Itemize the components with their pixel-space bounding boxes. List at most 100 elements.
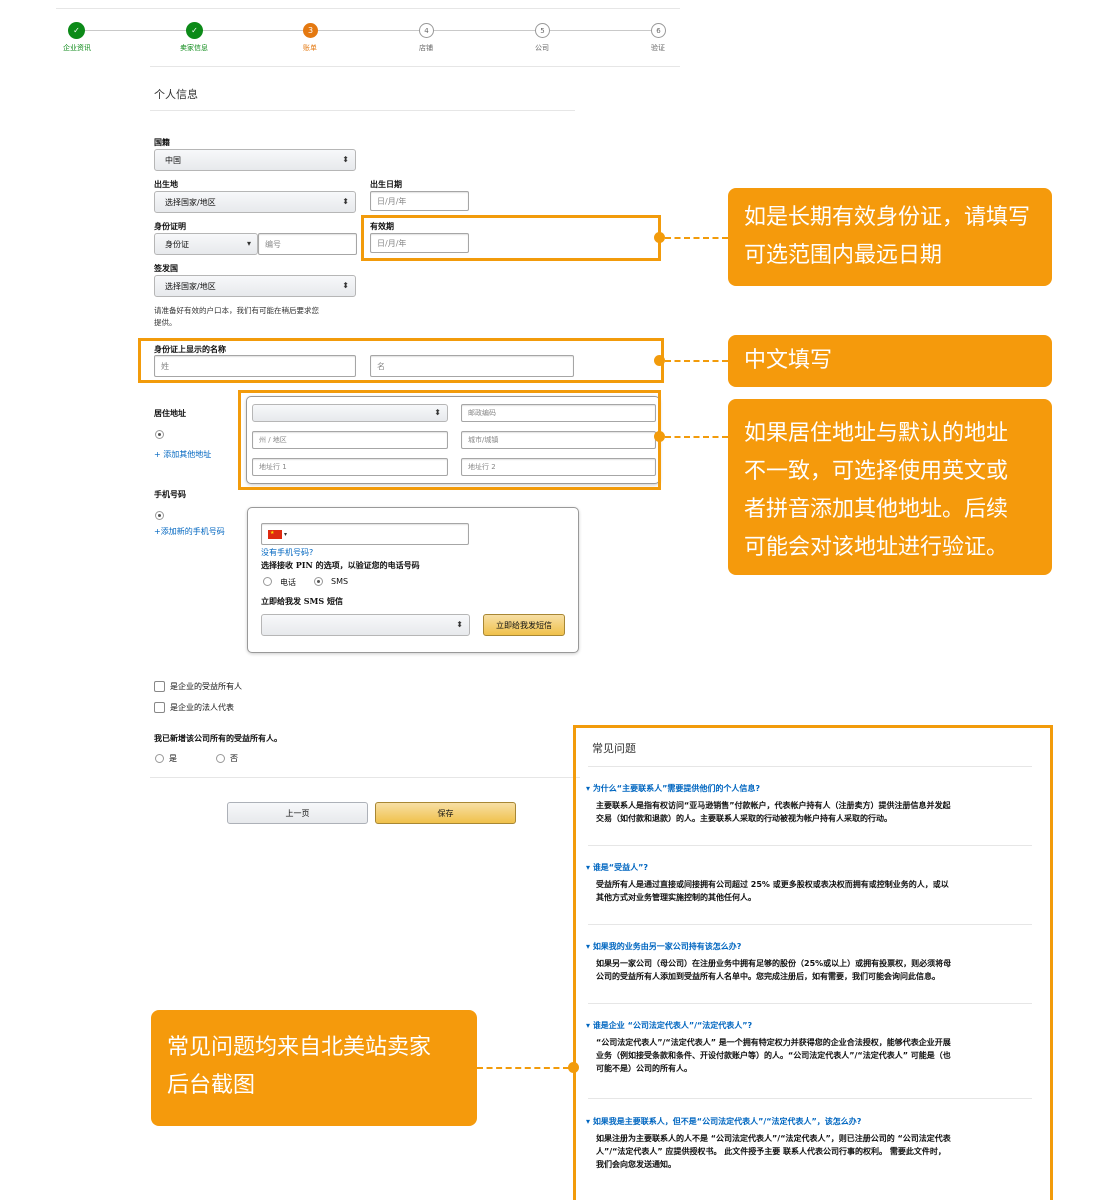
no-radio[interactable] <box>216 754 225 763</box>
id-type-select[interactable]: 身份证 ▾ <box>154 233 258 255</box>
note-line: 提供。 <box>154 318 177 327</box>
faq-question[interactable]: 如果我是主要联系人，但不是“公司法定代表人”/“法定代表人”，该怎么办? <box>593 1117 862 1126</box>
expand-caret-icon: ▾ <box>586 1117 593 1126</box>
step-1-check-icon: ✓ <box>68 22 85 39</box>
issuing-select[interactable]: 选择国家/地区 ⬍ <box>154 275 356 297</box>
id-type-value: 身份证 <box>165 239 189 249</box>
faq-question[interactable]: 如果我的业务由另一家公司持有该怎么办? <box>593 942 742 951</box>
sms-language-select[interactable]: ⬍ <box>261 614 470 636</box>
beneficial-owner-checkbox[interactable] <box>154 681 165 692</box>
callout-line: 如是长期有效身份证，请填写 <box>744 205 1031 230</box>
connector-dot <box>654 431 665 442</box>
pin-phone-radio[interactable] <box>263 577 272 586</box>
add-address-link[interactable]: + 添加其他地址 <box>154 449 211 460</box>
faq-question[interactable]: 谁是企业 “公司法定代表人”/“法定代表人”? <box>593 1021 752 1030</box>
faq-answer-line: 如果注册为主要联系人的人不是 “公司法定代表人”/“法定代表人”，则已注册公司的… <box>596 1134 951 1143</box>
form-bottom-divider <box>150 777 580 778</box>
issuing-label: 签发国 <box>154 263 178 273</box>
step-label: 账单 <box>303 44 317 52</box>
section-divider <box>150 110 575 111</box>
name-callout: 中文填写 <box>728 335 1052 387</box>
faq-answer-line: 公司的受益所有人添加到受益所有人名单中。您完成注册后，如有需要，我们可能会询问此… <box>596 972 940 981</box>
step-label: 验证 <box>651 44 665 52</box>
note-line: 请准备好有效的户口本，我们有可能在稍后要求您 <box>154 306 319 315</box>
legal-rep-label: 是企业的法人代表 <box>170 703 234 712</box>
address-callout: 如果居住地址与默认的地址 不一致，可选择使用英文或 者拼音添加其他地址。后续 可… <box>728 399 1052 575</box>
faq-answer-line: 我们会向您发送通知。 <box>596 1160 676 1169</box>
pin-sms-radio[interactable] <box>314 577 323 586</box>
faq-answer-line: 受益所有人是通过直接或间接拥有公司超过 25% 或更多股权或表决权而拥有或控制业… <box>596 880 949 889</box>
connector-line <box>665 237 728 239</box>
connector-line <box>665 360 728 362</box>
country-label: 国籍 <box>154 137 170 147</box>
expand-caret-icon: ▾ <box>586 1021 593 1030</box>
china-flag-icon: ★ <box>268 529 282 539</box>
step-label: 公司 <box>535 44 549 52</box>
faq-item[interactable]: ▾ 如果我的业务由另一家公司持有该怎么办? 如果另一家公司（母公司）在注册业务中… <box>586 941 1036 983</box>
dropdown-arrow-icon: ▾ <box>246 239 251 248</box>
step-4-marker: 4 <box>419 23 434 38</box>
faq-item[interactable]: ▾ 为什么“主要联系人”需要提供他们的个人信息? 主要联系人是指有权访问“亚马逊… <box>586 783 1036 825</box>
faq-question[interactable]: 为什么“主要联系人”需要提供他们的个人信息? <box>593 784 760 793</box>
added-all-owners-label: 我已新增该公司所有的受益所有人。 <box>154 733 282 743</box>
callout-line: 常见问题均来自北美站卖家 <box>167 1035 432 1060</box>
beneficial-owner-label: 是企业的受益所有人 <box>170 682 242 691</box>
id-number-input[interactable]: 编号 <box>258 233 357 255</box>
step-connector <box>426 30 542 31</box>
save-button[interactable]: 保存 <box>375 802 516 824</box>
select-arrows-icon: ⬍ <box>342 155 349 164</box>
phone-input[interactable]: ★ ▾ <box>261 523 469 545</box>
phone-radio[interactable] <box>155 511 164 520</box>
step-2-check-icon: ✓ <box>186 22 203 39</box>
faq-answer-line: “公司法定代表人”/“法定代表人” 是一个拥有特定权力并获得您的企业合法授权，能… <box>596 1038 951 1047</box>
previous-page-button[interactable]: 上一页 <box>227 802 368 824</box>
expand-caret-icon: ▾ <box>586 784 593 793</box>
expiry-highlight-frame <box>361 215 661 261</box>
faq-item[interactable]: ▾ 谁是“受益人”? 受益所有人是通过直接或间接拥有公司超过 25% 或更多股权… <box>586 862 1036 904</box>
faq-item[interactable]: ▾ 如果我是主要联系人，但不是“公司法定代表人”/“法定代表人”，该怎么办? 如… <box>586 1116 1036 1171</box>
connector-line <box>477 1067 569 1069</box>
faq-answer-line: 业务（例如接受条款和条件、开设付款账户等）的人。“公司法定代表人”/“法定代表人… <box>596 1051 951 1060</box>
callout-line: 者拼音添加其他地址。后续 <box>744 497 1009 522</box>
step-label: 企业资讯 <box>63 44 91 52</box>
faq-answer-line: 其他方式对业务管理实施控制的其他任何人。 <box>596 893 756 902</box>
step-label: 店铺 <box>419 44 433 52</box>
step-6-marker: 6 <box>651 23 666 38</box>
birthdate-input[interactable]: 日/月/年 <box>370 191 469 211</box>
phone-label: 手机号码 <box>154 489 186 499</box>
expand-caret-icon: ▾ <box>586 863 593 872</box>
birthplace-select[interactable]: 选择国家/地区 ⬍ <box>154 191 356 213</box>
step-connector <box>194 30 310 31</box>
faq-answer-line: 交易（如付款和退款）的人。主要联系人采取的行动被视为帐户持有人采取的行动。 <box>596 814 892 823</box>
sms-label: 立即给我发 SMS 短信 <box>261 596 343 606</box>
yes-radio[interactable] <box>155 754 164 763</box>
hukou-note: 请准备好有效的户口本，我们有可能在稍后要求您 提供。 <box>154 305 319 329</box>
faq-divider <box>588 845 1032 846</box>
faq-answer-line: 人”/“法定代表人” 应提供授权书。 此文件授予主要 联系人代表公司行事的权利。… <box>596 1147 946 1156</box>
legal-rep-checkbox[interactable] <box>154 702 165 713</box>
pin-sms-label: SMS <box>331 577 349 586</box>
faq-question[interactable]: 谁是“受益人”? <box>593 863 648 872</box>
callout-line: 后台截图 <box>167 1073 256 1098</box>
send-sms-button[interactable]: 立即给我发短信 <box>483 614 565 636</box>
address-label: 居住地址 <box>154 408 186 418</box>
add-phone-link[interactable]: +添加新的手机号码 <box>154 526 225 537</box>
faq-divider <box>588 1098 1032 1099</box>
callout-line: 可能会对该地址进行验证。 <box>744 535 1009 560</box>
faq-title: 常见问题 <box>592 742 636 755</box>
address-radio[interactable] <box>155 430 164 439</box>
no-label: 否 <box>230 754 238 763</box>
dropdown-arrow-icon: ▾ <box>284 530 288 538</box>
callout-line: 中文填写 <box>744 348 833 373</box>
name-highlight-frame <box>138 338 664 383</box>
faq-answer-line: 如果另一家公司（母公司）在注册业务中拥有足够的股份（25%或以上）或拥有投票权，… <box>596 959 952 968</box>
country-select[interactable]: 中国 ⬍ <box>154 149 356 171</box>
birthplace-label: 出生地 <box>154 179 178 189</box>
connector-line <box>665 436 728 438</box>
select-arrows-icon: ⬍ <box>342 197 349 206</box>
birthdate-label: 出生日期 <box>370 179 402 189</box>
no-phone-link[interactable]: 没有手机号码? <box>261 547 313 558</box>
country-value: 中国 <box>165 155 181 165</box>
faq-item[interactable]: ▾ 谁是企业 “公司法定代表人”/“法定代表人”? “公司法定代表人”/“法定代… <box>586 1020 1036 1075</box>
yes-label: 是 <box>169 754 177 763</box>
